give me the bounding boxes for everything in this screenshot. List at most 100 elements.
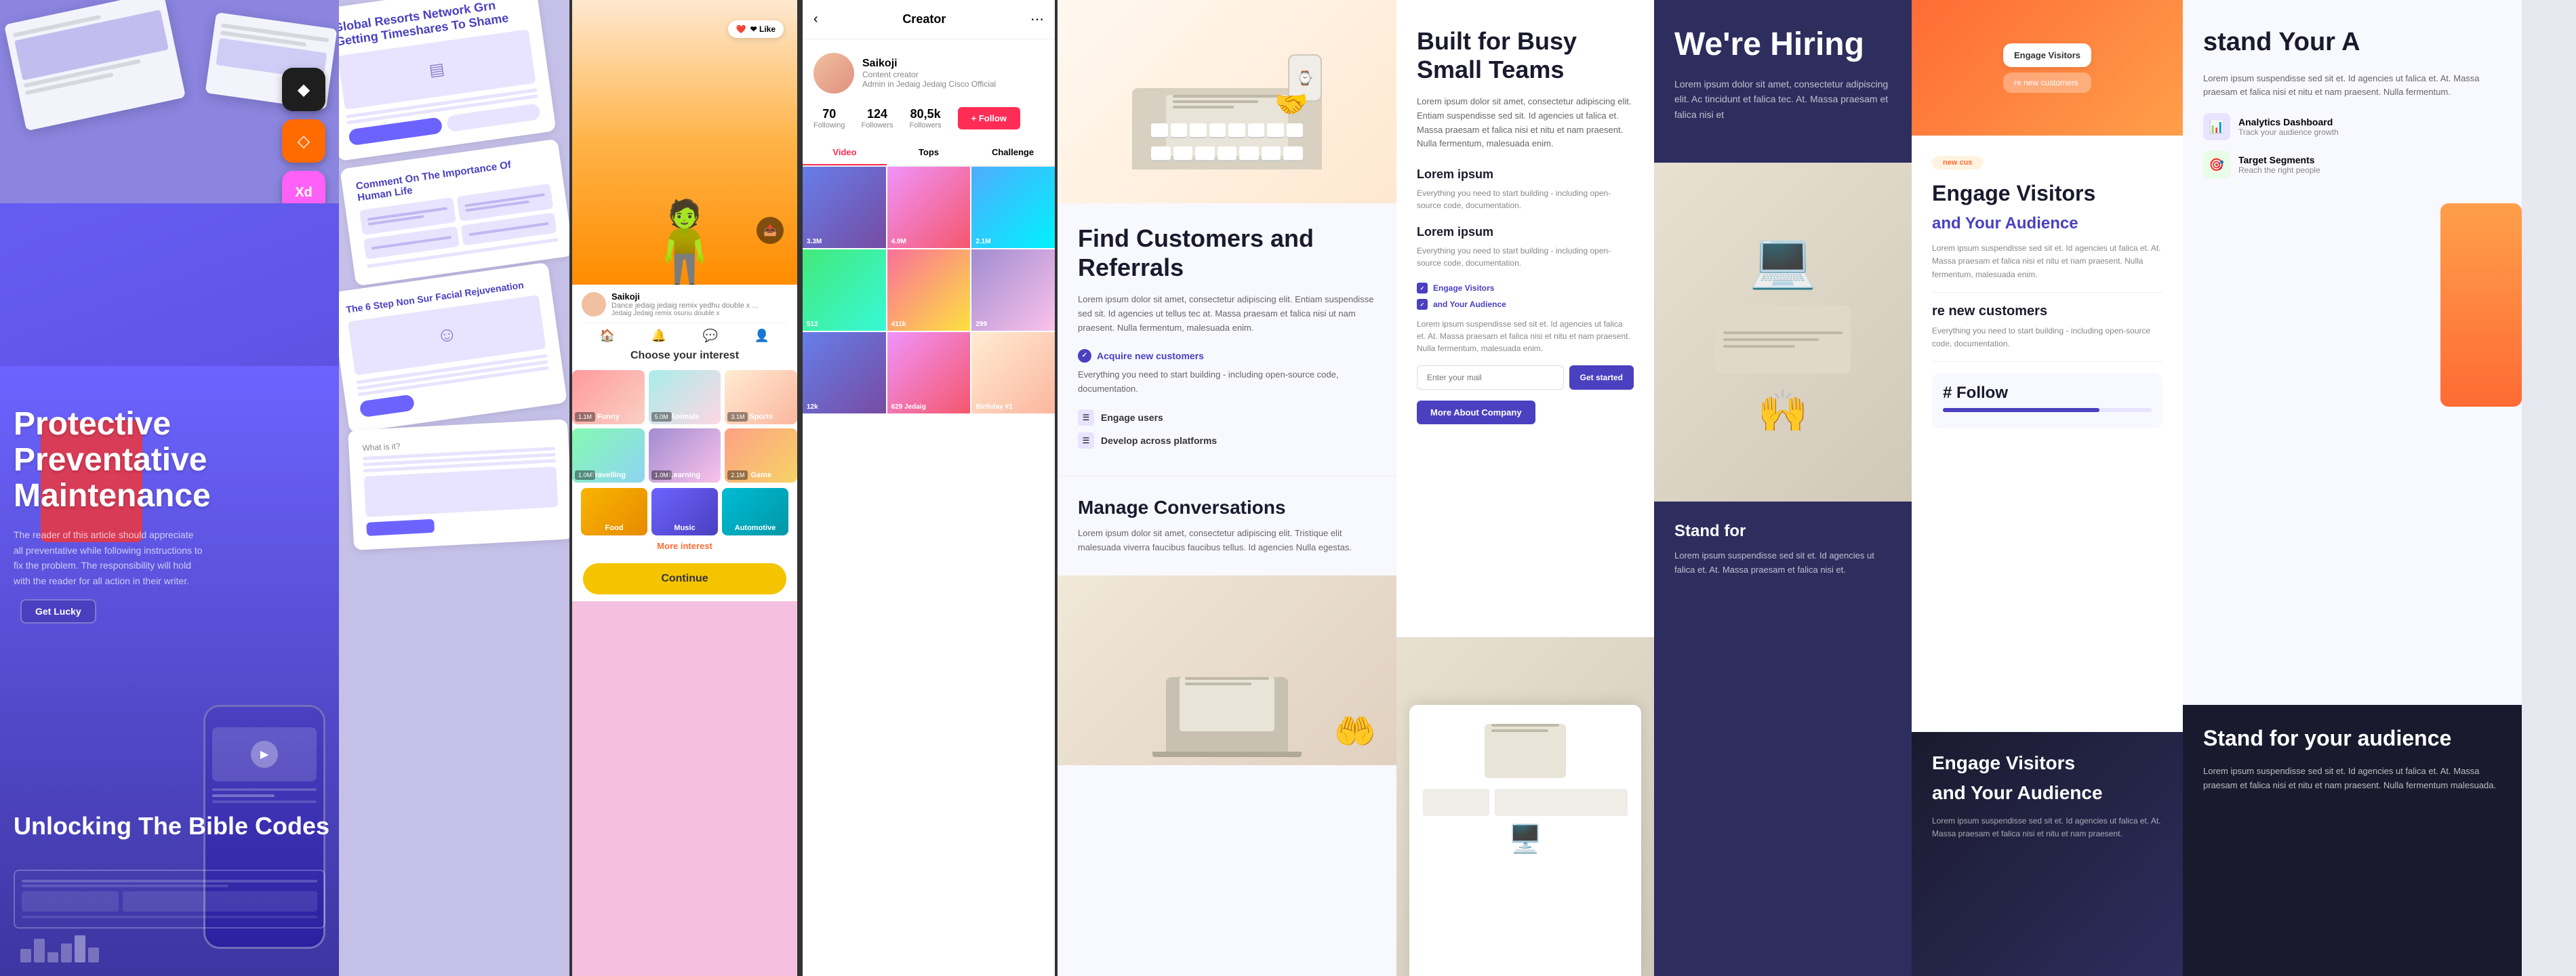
engage-audience-text: and Your Audience	[1433, 300, 1506, 309]
stand-title: and Your Audience	[1932, 214, 2162, 234]
more-interest-btn[interactable]: More interest	[572, 535, 797, 556]
video-thumb-5[interactable]: 411k	[887, 249, 971, 331]
video-thumb-2[interactable]: 4.9M	[887, 167, 971, 248]
video-thumb-9[interactable]: Birthday #1	[971, 332, 1055, 413]
feature-2: 🎯 Target Segments Reach the right people	[2203, 151, 2501, 178]
video-thumb-3[interactable]: 2.1M	[971, 167, 1055, 248]
travelling-views: 1.0M	[575, 470, 595, 480]
engage-audience-label: ✓ and Your Audience	[1417, 299, 1634, 310]
tab-tops[interactable]: Tops	[887, 140, 971, 165]
crm-content: Find Customers and Referrals Lorem ipsum…	[1058, 203, 1396, 476]
chat-icon[interactable]: 💬	[703, 329, 718, 343]
laptop-body-bot	[1166, 677, 1288, 752]
interest-animals[interactable]: Animals 5.0M	[649, 370, 721, 424]
orange-accent-panel	[2440, 203, 2522, 407]
creator-info: Saikoji Content creator Admin in Jedaig …	[862, 58, 996, 89]
re-new-desc: Everything you need to start building - …	[1932, 325, 2162, 350]
video-thumb-7[interactable]: 12k	[803, 332, 886, 413]
panel-understand: stand Your A Lorem ipsum suspendisse sed…	[2183, 0, 2522, 976]
laptop-wireframe	[14, 870, 325, 929]
feature-highlights: 📊 Analytics Dashboard Track your audienc…	[2203, 113, 2501, 178]
back-icon[interactable]: ‹	[813, 12, 818, 27]
tab-challenge[interactable]: Challenge	[971, 140, 1055, 165]
video-views-9: Birthday #1	[975, 403, 1012, 411]
blog-btn-2	[366, 519, 435, 536]
develop-feature: ☰ Develop across platforms	[1078, 432, 1376, 449]
laptop-screen-hiring	[1715, 306, 1851, 373]
creator-header: ‹ Creator ⋯	[803, 0, 1055, 39]
get-started-button[interactable]: Get started	[1569, 365, 1634, 390]
engage-dot-icon: ✓	[1417, 283, 1428, 293]
continue-btn[interactable]: Continue	[583, 563, 786, 594]
blog-card-1: Global Resorts Network Grn Getting Times…	[339, 0, 557, 161]
home-icon[interactable]: 🏠	[600, 329, 615, 343]
video-thumb-6[interactable]: 299	[971, 249, 1055, 331]
p3-share-btn[interactable]: 📤	[757, 217, 784, 244]
desk-scene: ⌚ 🤝	[1132, 34, 1322, 169]
tab-video[interactable]: Video	[803, 140, 887, 165]
video-thumb-1[interactable]: 3.3M	[803, 167, 886, 248]
interest-grid: Funny 1.1M Animals 5.0M Sports 3.1M Trav…	[572, 370, 797, 483]
panel-teams-hiring: Built for Busy Small Teams Lorem ipsum d…	[1396, 0, 1912, 976]
p3-desc: Jedaig Jedaig remix osunu double x	[611, 310, 758, 317]
interest-game[interactable]: Game 2.1M	[725, 428, 797, 483]
more-icon[interactable]: ⋯	[1030, 11, 1044, 28]
panel-blog-wireframes: Global Resorts Network Grn Getting Times…	[339, 0, 569, 976]
stand-for-title: Stand for	[1674, 522, 1891, 541]
learning-views: 1.0M	[651, 470, 672, 480]
p3-person-figure: 🧍	[634, 197, 735, 285]
lorem-section-1: Lorem ipsum Everything you need to start…	[1417, 167, 1634, 211]
p3-like-badge[interactable]: ❤️ ❤ Like	[728, 20, 784, 38]
followers-label: Followers	[861, 121, 893, 129]
person-icon[interactable]: 👤	[754, 329, 769, 343]
crm-desc: Lorem ipsum dolor sit amet, consectetur …	[1078, 293, 1376, 335]
interest-automotive[interactable]: Automotive	[722, 488, 788, 535]
stands-for-section: Stand for your audience Lorem ipsum susp…	[2183, 705, 2522, 976]
interest-funny[interactable]: Funny 1.1M	[572, 370, 645, 424]
p3-user-details: Saikoji Dance jedaig jedaig remix yedhu …	[611, 291, 758, 317]
built-teams-content: Built for Busy Small Teams Lorem ipsum d…	[1396, 0, 1654, 451]
p3-user-info: Saikoji Dance jedaig jedaig remix yedhu …	[582, 291, 788, 317]
video-thumb-4[interactable]: 512	[803, 249, 886, 331]
separator-2	[1932, 361, 2162, 362]
video-thumb-8[interactable]: 629 Jedaig	[887, 332, 971, 413]
bottom-dark-section: Engage Visitors and Your Audience Lorem …	[1912, 732, 2183, 976]
hiring-illustration: 💻 🙌	[1654, 163, 1912, 502]
figma-icon: ◆	[282, 68, 325, 111]
desk-laptop	[1485, 724, 1566, 778]
blog-btn	[359, 394, 416, 418]
about-company-button[interactable]: More About Company	[1417, 401, 1535, 424]
engage-icon: ☰	[1078, 409, 1094, 426]
interest-food[interactable]: Food	[581, 488, 647, 535]
creator-username: Saikoji	[862, 58, 996, 70]
panel-design-wireframes: ◆ ◇ Xd Ps ▶	[0, 0, 339, 976]
sketch-icon: ◇	[282, 119, 325, 163]
email-form: Get started	[1417, 365, 1634, 390]
video-views-2: 4.9M	[891, 238, 906, 245]
hiring-content: We're Hiring Lorem ipsum dolor sit amet,…	[1654, 0, 1912, 163]
wireframe-card-1	[4, 0, 186, 131]
follow-progress	[1943, 408, 2152, 412]
video-views-3: 2.1M	[975, 238, 990, 245]
engage-visitors-label: ✓ Engage Visitors	[1417, 283, 1634, 293]
engage-text: Engage users	[1101, 412, 1163, 423]
laptop-base	[1152, 752, 1302, 757]
lorem-desc-2: Everything you need to start building - …	[1417, 245, 1634, 269]
heart-icon: ❤️	[736, 24, 746, 34]
video-views-7: 12k	[807, 403, 818, 411]
creator-role: Content creator	[862, 70, 996, 79]
bell-icon[interactable]: 🔔	[651, 329, 666, 343]
stands-desc: Lorem ipsum suspendisse sed sit et. Id a…	[2203, 765, 2501, 793]
email-input[interactable]	[1417, 365, 1564, 390]
stand-for-desc: Lorem ipsum suspendisse sed sit et. Id a…	[1674, 549, 1891, 577]
follow-button[interactable]: + Follow	[958, 107, 1020, 129]
interest-music[interactable]: Music	[651, 488, 718, 535]
hiring-title: We're Hiring	[1674, 27, 1891, 63]
following-count: 70	[813, 107, 845, 121]
get-lucky-btn[interactable]: Get Lucky	[20, 599, 96, 624]
interest-travelling[interactable]: Travelling 1.0M	[572, 428, 645, 483]
engage-hero: Engage Visitors re new customers	[1912, 0, 2183, 136]
bottom-section-desc: Lorem ipsum suspendisse sed sit et. Id a…	[1932, 815, 2162, 840]
interest-learning[interactable]: Learning 1.0M	[649, 428, 721, 483]
interest-sports[interactable]: Sports 3.1M	[725, 370, 797, 424]
